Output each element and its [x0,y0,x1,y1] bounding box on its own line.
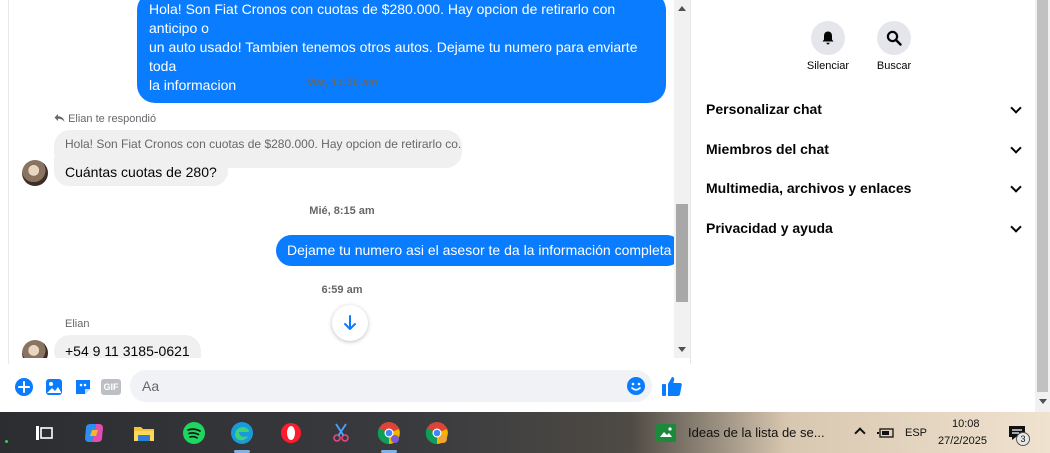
search-icon [877,21,911,55]
chevron-down-icon [1010,221,1022,233]
mute-label: Silenciar [806,60,850,72]
notification-count-badge: 3 [1016,432,1030,446]
bell-icon [811,21,845,55]
outgoing-message[interactable]: Dejame tu numero asi el asesor te da la … [276,235,674,266]
reply-meta-text: Elian te respondió [68,113,157,125]
incoming-message[interactable]: +54 9 11 3185-0621 [54,335,201,358]
gif-button[interactable]: GIF [101,379,121,395]
arrow-down-icon [344,315,356,330]
snipping-tool-icon[interactable] [329,421,353,445]
avatar[interactable] [22,160,48,186]
search-label: Buscar [876,60,912,72]
task-view-icon[interactable] [32,421,56,445]
timestamp: Mié, 8:15 am [309,205,375,217]
notes-app-icon [656,424,676,442]
emoji-icon[interactable] [626,376,646,396]
avatar[interactable] [22,340,48,358]
section-label: Personalizar chat [706,101,822,117]
thumbs-up-icon[interactable] [661,375,683,397]
chevron-down-icon [1010,181,1022,193]
chevron-up-icon[interactable] [854,427,866,439]
message-line: Hola! Son Fiat Cronos con cuotas de $280… [149,1,616,36]
clock-date[interactable]: 27/2/2025 [938,435,987,447]
opera-icon[interactable] [279,421,303,445]
edge-icon[interactable] [230,421,254,445]
section-label: Multimedia, archivos y enlaces [706,180,912,196]
scroll-thumb[interactable] [676,204,688,302]
scroll-up-arrow[interactable] [678,6,686,11]
plus-circle-icon[interactable] [14,377,34,397]
image-icon[interactable] [44,377,64,397]
notification-text: Ideas de la lista de se... [688,425,825,440]
chat-info-panel: Silenciar Buscar Personalizar chat Miemb… [692,0,1035,412]
message-line: un auto usado! Tambien tenemos otros aut… [149,39,638,74]
gif-label: GIF [103,382,119,392]
reply-meta: Elian te respondió [54,113,156,125]
chevron-down-icon [1010,142,1022,154]
widget-notification[interactable]: Ideas de la lista de se... [655,421,850,445]
screen: Hola! Son Fiat Cronos con cuotas de $280… [0,0,1050,453]
left-edge [0,0,9,412]
scroll-to-bottom-button[interactable] [332,305,368,341]
section-label: Privacidad y ayuda [706,220,833,236]
chrome-icon[interactable] [425,421,449,445]
incoming-message[interactable]: Cuántas cuotas de 280? [54,156,228,186]
sticker-icon[interactable] [73,377,93,397]
thread-scrollbar[interactable] [674,0,690,358]
reply-arrow-icon [54,114,65,122]
section-media-files-links[interactable]: Multimedia, archivos y enlaces [706,180,1022,200]
battery-icon[interactable] [877,427,895,439]
copilot-icon[interactable] [82,421,106,445]
language-indicator[interactable]: ESP [905,427,927,439]
search-button[interactable]: Buscar [864,21,924,72]
chrome-profile-icon[interactable] [377,421,401,445]
system-tray: ESP 10:08 27/2/2025 3 [852,414,1050,453]
start-indicator[interactable] [5,440,8,443]
timestamp: Mar, 11:20 am [306,77,378,89]
scroll-thumb[interactable] [1037,0,1048,392]
section-privacy-help[interactable]: Privacidad y ayuda [706,220,1022,240]
scroll-down-arrow[interactable] [1039,399,1047,404]
section-label: Miembros del chat [706,141,829,157]
chevron-down-icon [1010,102,1022,114]
message-input[interactable] [130,370,652,402]
message-thread[interactable]: Hola! Son Fiat Cronos con cuotas de $280… [10,0,674,358]
panel-scrollbar[interactable] [1035,0,1050,412]
sender-name: Elian [65,318,90,330]
timestamp: 6:59 am [321,284,363,296]
chat-column: Hola! Son Fiat Cronos con cuotas de $280… [0,0,691,412]
file-explorer-icon[interactable] [132,421,156,445]
spotify-icon[interactable] [182,421,206,445]
clock-time[interactable]: 10:08 [952,418,980,430]
section-customize-chat[interactable]: Personalizar chat [706,101,1022,121]
mute-button[interactable]: Silenciar [798,21,858,72]
section-chat-members[interactable]: Miembros del chat [706,141,1022,161]
quoted-text: Hola! Son Fiat Cronos con cuotas de $280… [65,137,462,151]
scroll-down-arrow[interactable] [678,347,686,352]
